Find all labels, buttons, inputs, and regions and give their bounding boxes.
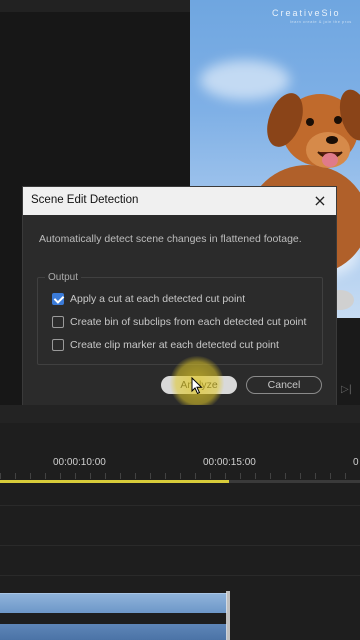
option-label: Apply a cut at each detected cut point — [70, 293, 246, 305]
track-divider — [0, 575, 360, 576]
dialog-titlebar: Scene Edit Detection × — [23, 187, 336, 215]
dialog-title: Scene Edit Detection — [31, 194, 139, 206]
option-create-bin[interactable]: Create bin of subclips from each detecte… — [52, 314, 306, 330]
option-label: Create bin of subclips from each detecte… — [70, 316, 307, 328]
time-ruler[interactable] — [0, 473, 360, 479]
clip-edge-marker — [226, 591, 230, 640]
timecode-label: 00:00:10:00 — [53, 457, 106, 468]
app-screen: CreativeSio learn create & join the pros… — [0, 0, 360, 640]
dialog-description: Automatically detect scene changes in fl… — [39, 233, 302, 245]
mouse-pointer-icon — [191, 377, 203, 395]
track-divider — [0, 545, 360, 546]
timeline-panel: 00:00:10:00 00:00:15:00 0 — [0, 405, 360, 640]
work-area-bar[interactable] — [0, 480, 229, 483]
timeline-header — [0, 405, 360, 423]
track-divider — [0, 505, 360, 506]
watermark-tagline: learn create & join the pros — [290, 19, 352, 24]
option-apply-cut[interactable]: Apply a cut at each detected cut point — [52, 291, 245, 307]
watermark-brand: CreativeSio — [272, 8, 341, 18]
timecode-label: 00:00:15:00 — [203, 457, 256, 468]
create-bin-checkbox[interactable] — [52, 316, 64, 328]
play-step-icon[interactable]: ▷| — [341, 384, 352, 395]
apply-cut-checkbox[interactable] — [52, 293, 64, 305]
close-icon[interactable]: × — [310, 191, 330, 211]
video-clip[interactable] — [0, 624, 227, 640]
output-group-label: Output — [45, 272, 82, 283]
clip-marker-checkbox[interactable] — [52, 339, 64, 351]
panel-header-strip — [0, 0, 190, 12]
option-label: Create clip marker at each detected cut … — [70, 339, 279, 351]
cancel-button[interactable]: Cancel — [246, 376, 322, 394]
work-area-track — [229, 480, 360, 483]
timecode-label: 0 — [353, 457, 359, 468]
option-clip-marker[interactable]: Create clip marker at each detected cut … — [52, 337, 279, 353]
video-clip[interactable] — [0, 593, 227, 613]
